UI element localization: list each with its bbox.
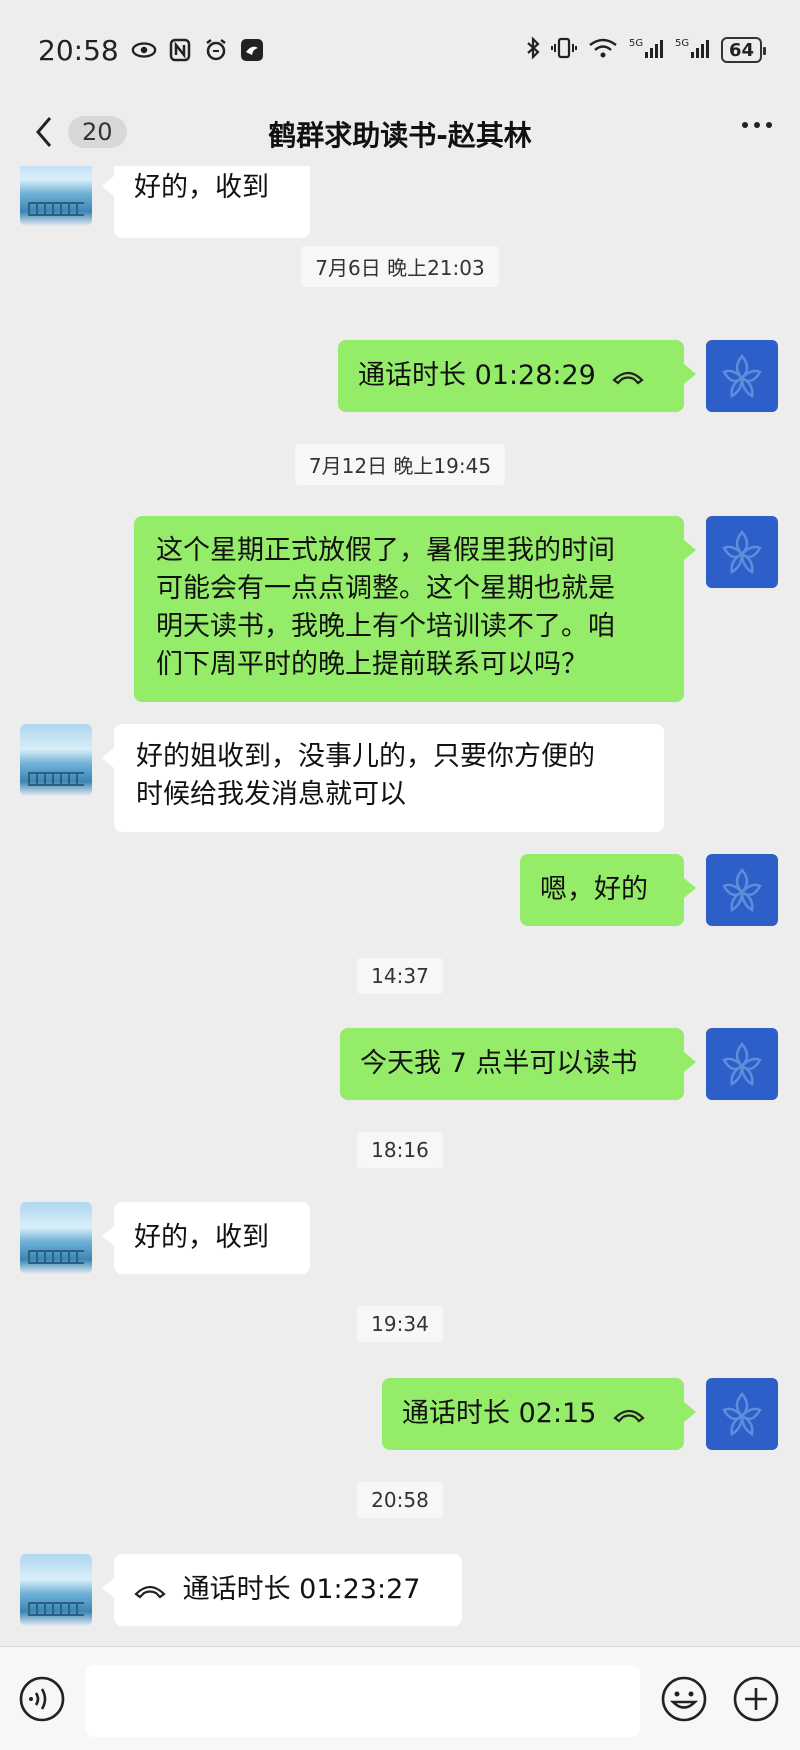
message-bubble-incoming[interactable]: 好的，收到 [102,1202,310,1274]
message-line: 可能会有一点点调整。这个星期也就是 [156,573,615,604]
call-duration-text: 通话时长 01:23:27 [182,1574,421,1605]
message-input-bar [0,1646,800,1750]
phone-hangup-icon [134,1585,166,1598]
message-text: 好的，收到 [134,172,269,203]
message-line: 明天读书，我晚上有个培训读不了。咱 [156,611,615,642]
emoji-button[interactable] [660,1675,708,1723]
emoji-icon [661,1676,707,1722]
status-right-icons: 5G 5G 64 [525,35,767,65]
message-bubble-incoming[interactable]: 好的，收到 [102,166,310,238]
flower-logo-icon [722,354,762,399]
flower-logo-icon [722,1042,762,1087]
call-duration-text: 通话时长 02:15 [402,1398,597,1429]
signal-5g-icon: 5G [675,36,711,65]
self-avatar[interactable] [706,1028,778,1100]
bluetooth-icon [525,35,541,65]
status-bar: 20:58 5G 5G 64 [0,0,800,100]
timestamp: 19:34 [0,1306,800,1342]
more-dot [754,122,760,128]
message-bubble-outgoing[interactable]: 今天我 7 点半可以读书 [340,1028,696,1100]
message-line: 这个星期正式放假了，暑假里我的时间 [156,535,615,566]
chat-message-list[interactable]: 好的，收到 7月6日 晚上21:03 通话时长 01:28:29 7月12日 晚… [0,166,800,1646]
contact-avatar[interactable] [20,1554,92,1626]
call-duration-text: 通话时长 01:28:29 [358,360,596,391]
more-dot [742,122,748,128]
timestamp: 14:37 [0,958,800,994]
vibrate-icon [550,36,577,65]
plus-icon [733,1676,779,1722]
voice-input-button[interactable] [18,1675,66,1723]
self-avatar[interactable] [706,854,778,926]
message-text-input[interactable] [86,1665,640,1737]
self-avatar[interactable] [706,340,778,412]
timestamp: 7月6日 晚上21:03 [0,246,800,287]
phone-hangup-icon [612,371,645,384]
call-record-bubble-incoming[interactable]: 通话时长 01:23:27 [102,1554,462,1626]
more-dot [766,122,772,128]
wifi-icon [587,36,619,65]
message-text: 今天我 7 点半可以读书 [360,1048,638,1079]
chat-title: 鹤群求助读书-赵其林 [268,119,532,152]
more-actions-button[interactable] [732,1675,780,1723]
flower-logo-icon [722,868,762,913]
battery-indicator: 64 [720,37,767,63]
contact-avatar[interactable] [20,166,92,226]
svg-text:5G: 5G [675,38,689,49]
message-line: 们下周平时的晚上提前联系可以吗？ [156,649,588,680]
app-notification-icon [239,37,265,63]
timestamp: 20:58 [0,1482,800,1518]
message-text: 嗯，好的 [540,874,648,905]
status-left-icons [131,37,265,63]
voice-icon [19,1676,65,1722]
message-bubble-outgoing[interactable]: 嗯，好的 [520,854,696,926]
status-time: 20:58 [38,33,119,67]
message-line: 好的姐收到，没事儿的，只要你方便的 [136,741,595,772]
flower-logo-icon [722,1392,762,1437]
signal-5g-icon: 5G [629,36,665,65]
message-text: 好的，收到 [134,1222,269,1253]
self-avatar[interactable] [706,1378,778,1450]
timestamp: 7月12日 晚上19:45 [0,444,800,485]
contact-avatar[interactable] [20,1202,92,1274]
more-options-button[interactable] [742,122,772,128]
alarm-icon [203,37,229,63]
timestamp: 18:16 [0,1132,800,1168]
call-record-bubble-outgoing[interactable]: 通话时长 02:15 [382,1378,696,1450]
eye-icon [131,37,157,63]
nfc-icon [167,37,193,63]
call-record-bubble-outgoing[interactable]: 通话时长 01:28:29 [338,340,696,412]
message-line: 时候给我发消息就可以 [136,779,406,810]
contact-avatar[interactable] [20,724,92,796]
message-bubble-outgoing[interactable]: 这个星期正式放假了，暑假里我的时间 可能会有一点点调整。这个星期也就是 明天读书… [134,516,696,702]
chat-header: 20 鹤群求助读书-赵其林 [0,100,800,166]
self-avatar[interactable] [706,516,778,588]
flower-logo-icon [722,530,762,575]
message-bubble-incoming[interactable]: 好的姐收到，没事儿的，只要你方便的 时候给我发消息就可以 [102,724,664,832]
svg-text:5G: 5G [629,38,643,49]
phone-hangup-icon [613,1409,645,1422]
